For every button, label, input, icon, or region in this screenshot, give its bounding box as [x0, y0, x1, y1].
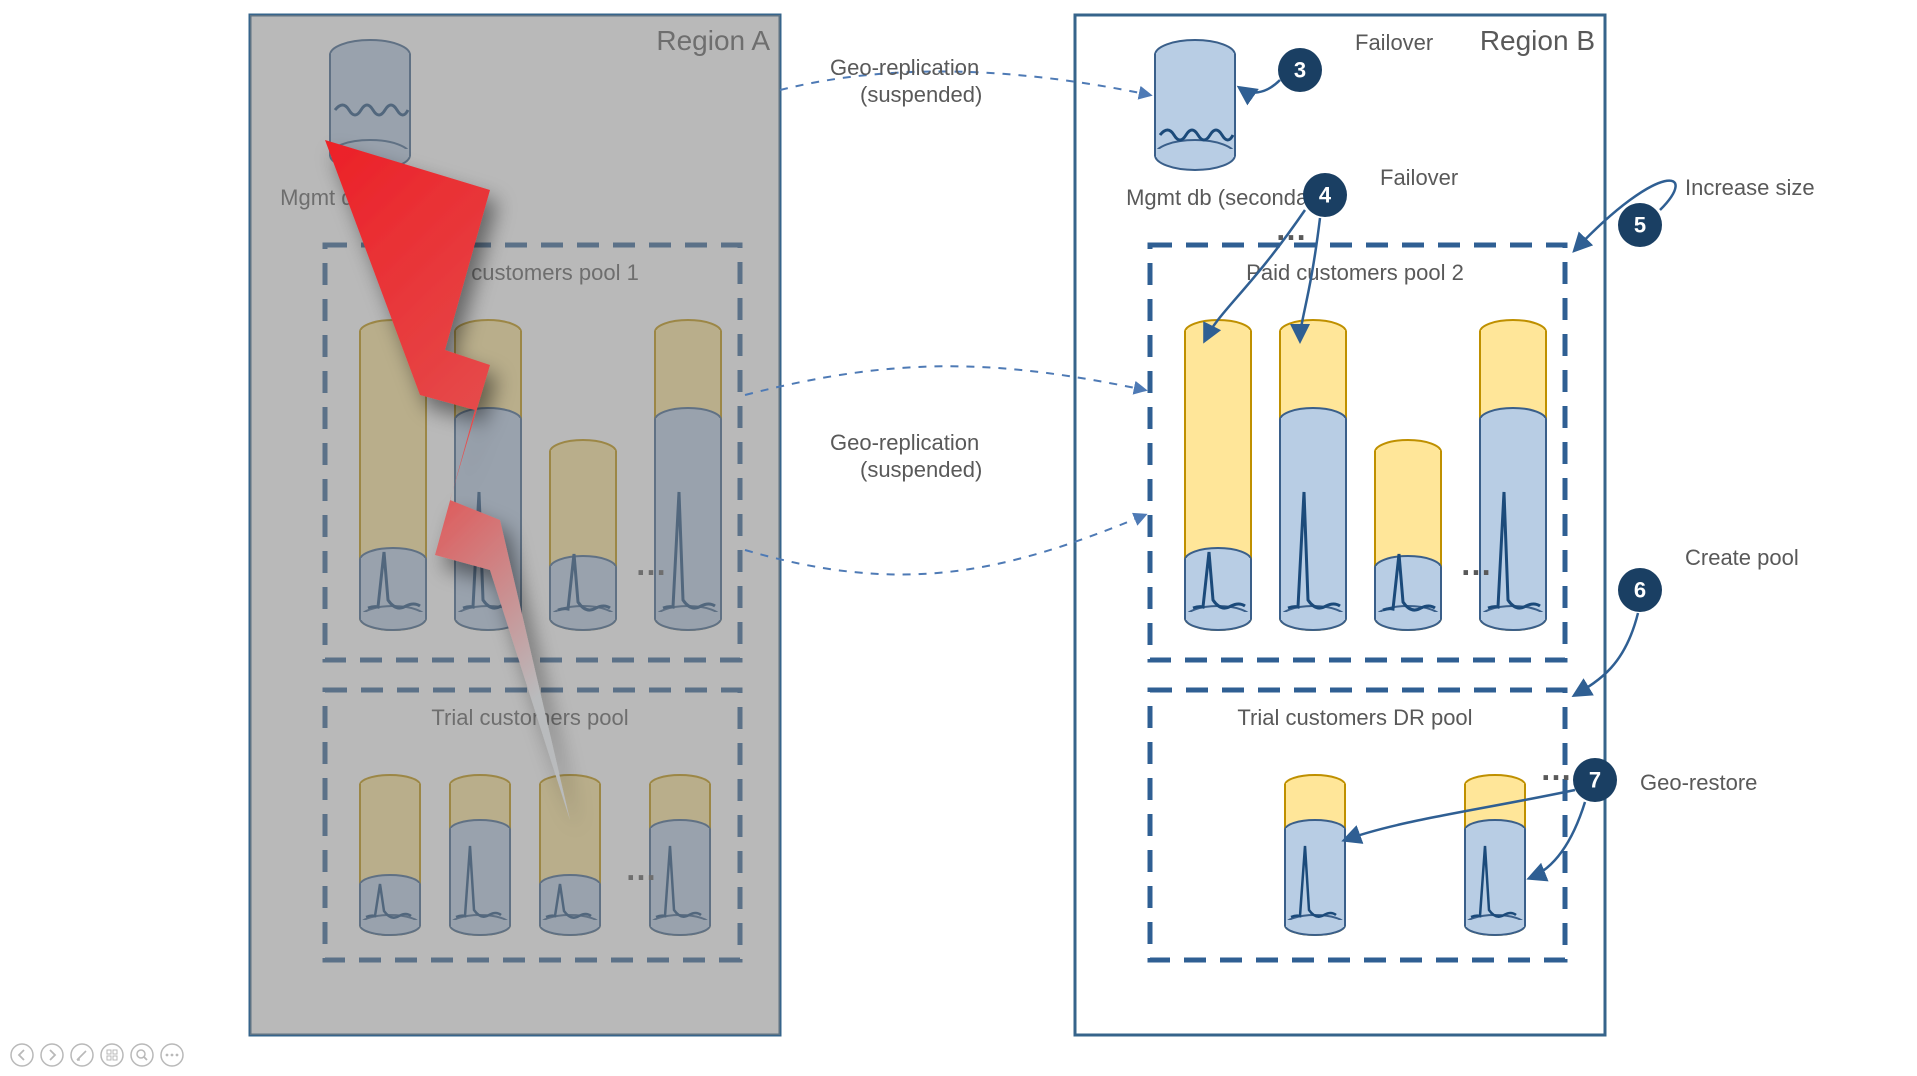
svg-text:7: 7: [1589, 768, 1601, 793]
pen-button[interactable]: [71, 1044, 93, 1066]
step-6: 6 Create pool: [1575, 545, 1799, 695]
step-5: 5 Increase size: [1575, 175, 1815, 250]
trial-dr-pool-label: Trial customers DR pool: [1237, 705, 1472, 730]
next-slide-button[interactable]: [41, 1044, 63, 1066]
mgmt-db-secondary: [1155, 40, 1235, 170]
svg-text:Geo-restore: Geo-restore: [1640, 770, 1757, 795]
region-b: Region B Mgmt db (secondary) Paid custom…: [1075, 15, 1605, 1035]
mgmt-db-secondary-label: Mgmt db (secondary): [1126, 185, 1334, 210]
geo1a: Geo-replication: [830, 55, 979, 80]
zoom-button[interactable]: [131, 1044, 153, 1066]
geo2b: (suspended): [860, 457, 982, 482]
region-a-outage-overlay: [250, 15, 780, 1035]
arrow-geo-pool-1: [745, 366, 1145, 395]
diagram-canvas: Region A Mgmt db (primary) Paid customer…: [0, 0, 1917, 1076]
svg-text:4: 4: [1319, 183, 1332, 208]
region-a: Region A Mgmt db (primary) Paid customer…: [250, 15, 780, 1035]
paid-pool-2-label: Paid customers pool 2: [1246, 260, 1464, 285]
svg-text:Failover: Failover: [1380, 165, 1458, 190]
svg-text:3: 3: [1294, 58, 1306, 83]
svg-text:6: 6: [1634, 578, 1646, 603]
slideshow-toolbar: [11, 1044, 183, 1066]
prev-slide-button[interactable]: [11, 1044, 33, 1066]
more-button[interactable]: [161, 1044, 183, 1066]
svg-text:…: …: [1540, 751, 1574, 787]
svg-text:Create pool: Create pool: [1685, 545, 1799, 570]
geo1b: (suspended): [860, 82, 982, 107]
slides-view-button[interactable]: [101, 1044, 123, 1066]
svg-text:5: 5: [1634, 213, 1646, 238]
svg-text:Failover: Failover: [1355, 30, 1433, 55]
region-b-title: Region B: [1480, 25, 1595, 56]
step-3: 3 Failover: [1240, 30, 1433, 93]
geo2a: Geo-replication: [830, 430, 979, 455]
svg-text:…: …: [1460, 546, 1494, 582]
arrow-geo-pool-2: [745, 515, 1145, 575]
svg-text:Increase size: Increase size: [1685, 175, 1815, 200]
